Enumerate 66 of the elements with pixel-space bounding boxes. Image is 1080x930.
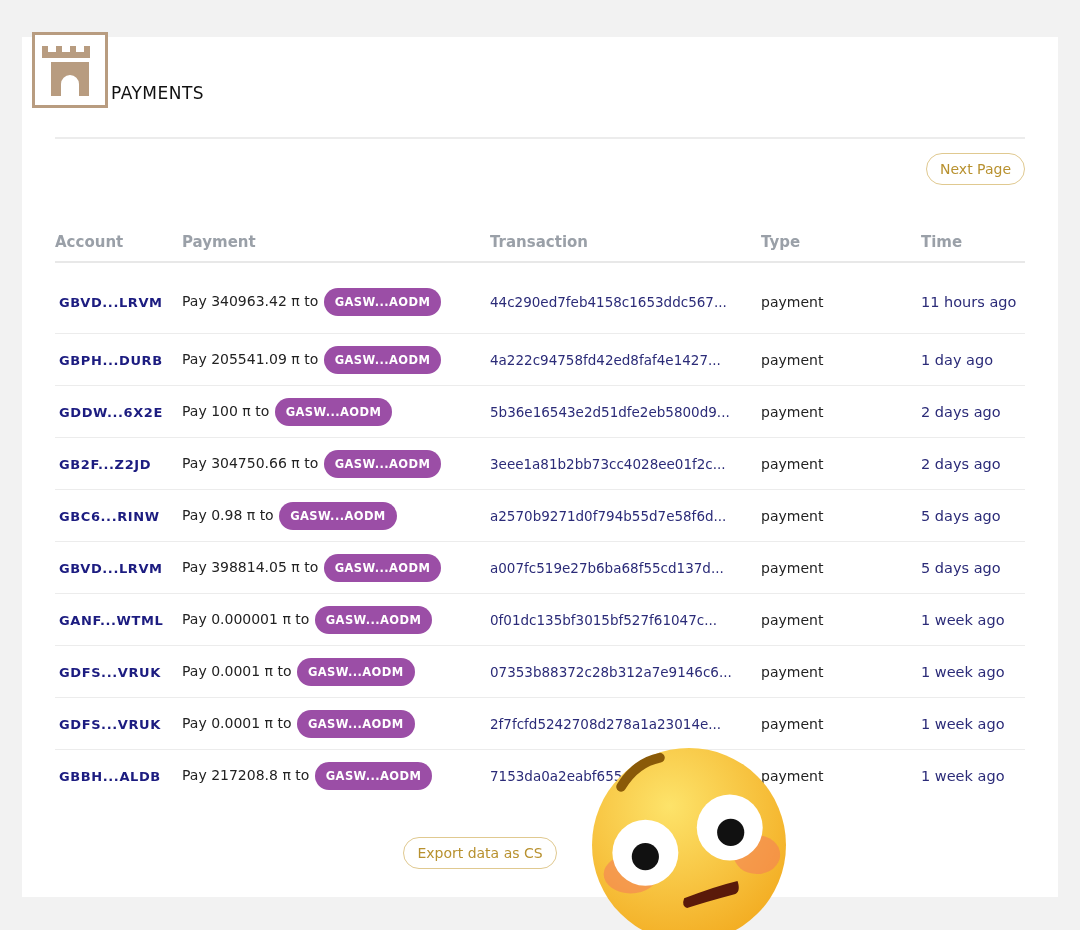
recipient-badge[interactable]: GASW...AODM	[323, 553, 442, 582]
payment-text: Pay 304750.66 π to	[182, 454, 319, 471]
time-link[interactable]: 1 week ago	[921, 611, 1005, 628]
recipient-badge[interactable]: GASW...AODM	[279, 501, 397, 530]
account-link[interactable]: GBVD...LRVM	[59, 295, 163, 310]
type-text: payment	[761, 294, 824, 310]
time-link[interactable]: 2 days ago	[921, 403, 1001, 420]
transaction-link[interactable]: 0f01dc135bf3015bf527f61047c...	[490, 611, 718, 628]
payment-text: Pay 340963.42 π to	[182, 293, 319, 309]
type-text: payment	[761, 715, 824, 732]
recipient-badge[interactable]: GASW...AODM	[323, 288, 442, 316]
time-link[interactable]: 5 days ago	[921, 507, 1001, 524]
time-link[interactable]: 1 week ago	[921, 663, 1005, 680]
recipient-badge[interactable]: GASW...AODM	[323, 449, 442, 478]
time-link[interactable]: 1 day ago	[921, 351, 994, 368]
column-header: Transaction	[490, 233, 761, 262]
type-text: payment	[761, 663, 824, 680]
column-header: Payment	[182, 233, 490, 262]
time-link[interactable]: 1 week ago	[921, 767, 1005, 784]
type-text: payment	[761, 507, 824, 524]
recipient-badge[interactable]: GASW...AODM	[323, 345, 442, 374]
account-link[interactable]: GBBH...ALDB	[59, 768, 161, 784]
transaction-link[interactable]: a007fc519e27b6ba68f55cd137d...	[490, 559, 724, 576]
column-header: Time	[921, 233, 1025, 262]
account-link[interactable]: GDFS...VRUK	[59, 716, 161, 732]
time-link[interactable]: 11 hours ago	[921, 294, 1017, 310]
type-text: payment	[761, 403, 824, 420]
payment-text: Pay 0.98 π to	[182, 506, 274, 523]
transaction-link[interactable]: 4a222c94758fd42ed8faf4e1427...	[490, 351, 721, 368]
transaction-link[interactable]: 2f7fcfd5242708d278a1a23014e...	[490, 715, 722, 732]
account-link[interactable]: GBVD...LRVM	[59, 560, 163, 576]
account-link[interactable]: GANF...WTML	[59, 612, 164, 628]
account-link[interactable]: GBC6...RINW	[59, 508, 160, 524]
transaction-link[interactable]: 44c290ed7feb4158c1653ddc567...	[490, 294, 727, 310]
transaction-link[interactable]: 07353b88372c28b312a7e9146c6...	[490, 663, 732, 680]
time-link[interactable]: 2 days ago	[921, 455, 1001, 472]
transaction-link[interactable]: 5b36e16543e2d51dfe2eb5800d9...	[490, 403, 730, 420]
payment-text: Pay 100 π to	[182, 402, 270, 419]
account-link[interactable]: GDFS...VRUK	[59, 664, 161, 680]
recipient-badge[interactable]: GASW...AODM	[296, 709, 415, 738]
account-link[interactable]: GDDW...6X2E	[59, 404, 163, 420]
time-link[interactable]: 5 days ago	[921, 559, 1001, 576]
payment-text: Pay 0.0001 π to	[182, 662, 292, 679]
transaction-link[interactable]: 7153da0a2eabf655	[490, 767, 623, 784]
payment-text: Pay 398814.05 π to	[182, 558, 319, 575]
type-text: payment	[761, 559, 824, 576]
payment-text: Pay 205541.09 π to	[182, 350, 319, 367]
type-text: payment	[761, 455, 824, 472]
type-text: payment	[761, 767, 824, 784]
column-header: Account	[55, 233, 182, 262]
account-link[interactable]: GB2F...Z2JD	[59, 456, 152, 472]
transaction-link[interactable]: 3eee1a81b2bb73cc4028ee01f2c...	[490, 455, 726, 472]
type-text: payment	[761, 351, 824, 368]
recipient-badge[interactable]: GASW...AODM	[314, 605, 433, 634]
recipient-badge[interactable]: GASW...AODM	[274, 397, 393, 426]
column-header: Type	[761, 233, 921, 262]
payment-text: Pay 0.000001 π to	[182, 610, 310, 627]
payment-text: Pay 217208.8 π to	[182, 766, 310, 783]
transaction-link[interactable]: a2570b9271d0f794b55d7e58f6d...	[490, 507, 727, 524]
recipient-badge[interactable]: GASW...AODM	[296, 657, 415, 686]
recipient-badge[interactable]: GASW...AODM	[314, 761, 433, 790]
account-link[interactable]: GBPH...DURB	[59, 352, 163, 368]
page-title: PAYMENTS	[111, 83, 205, 103]
payment-text: Pay 0.0001 π to	[182, 714, 292, 731]
time-link[interactable]: 1 week ago	[921, 715, 1005, 732]
type-text: payment	[761, 611, 824, 628]
